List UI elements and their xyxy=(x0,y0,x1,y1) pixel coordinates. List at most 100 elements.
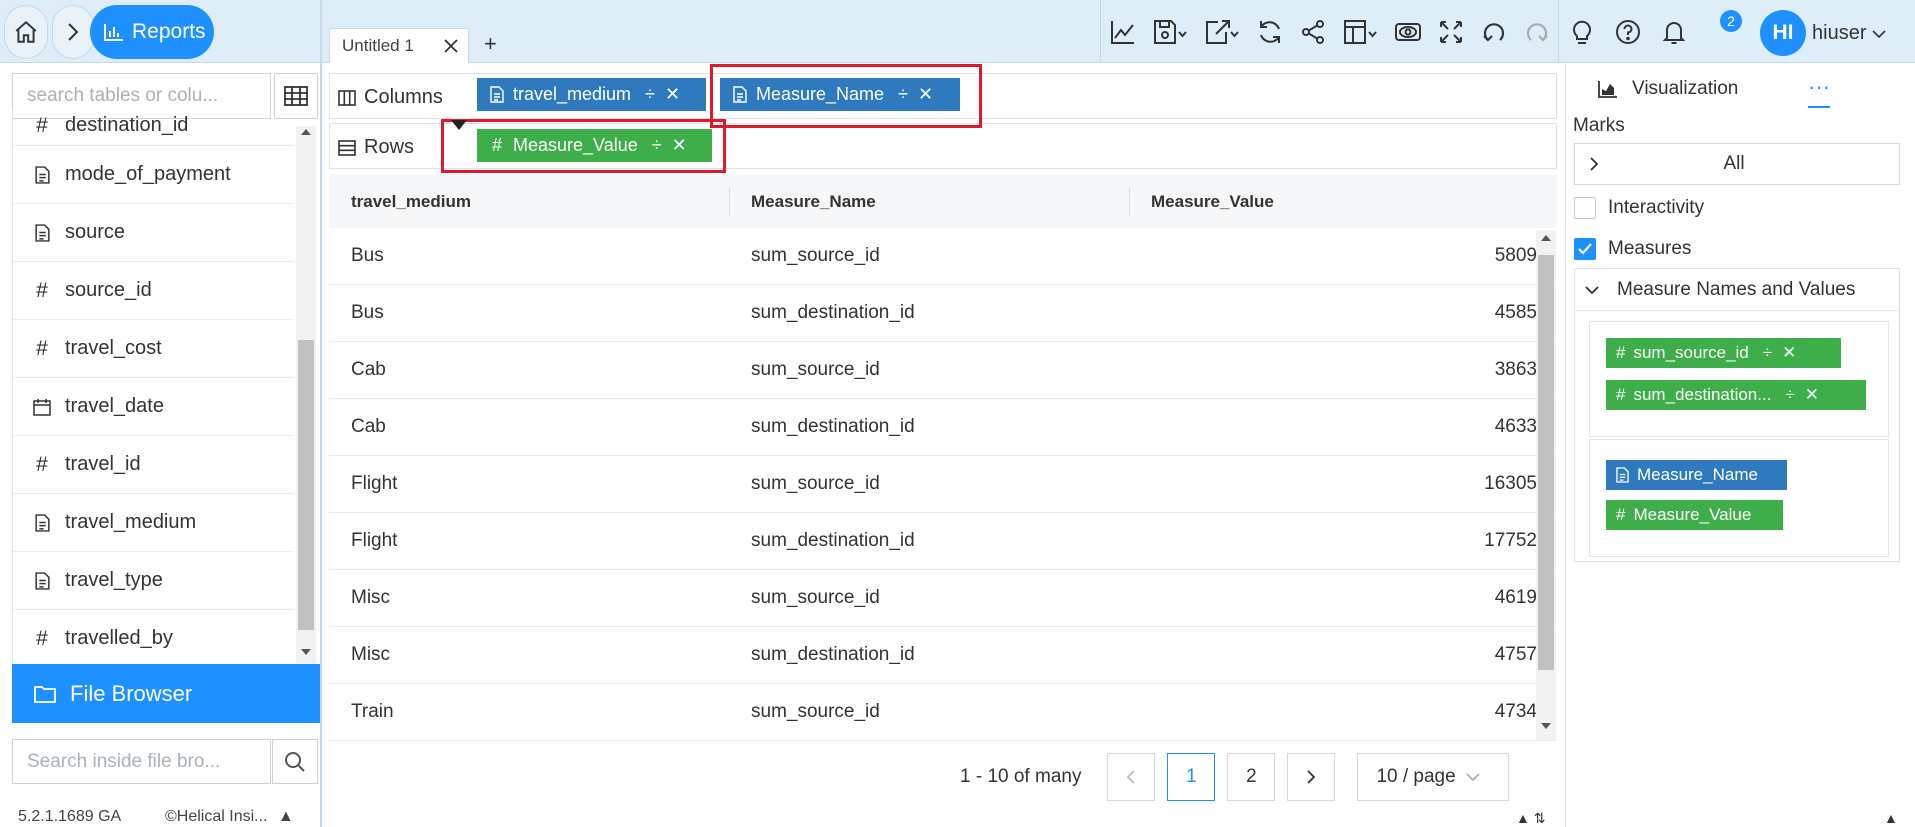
sort-icon[interactable]: ÷ xyxy=(1785,385,1794,405)
page-button-2[interactable]: 2 xyxy=(1227,753,1276,801)
field-item-mode-of-payment[interactable]: mode_of_payment xyxy=(13,146,294,204)
table-row[interactable]: Flight sum_source_id 16305 xyxy=(329,456,1557,513)
sort-icon[interactable]: ÷ xyxy=(645,84,655,105)
table-row[interactable]: Misc sum_source_id 4619 xyxy=(329,570,1557,627)
measures-drop-zone[interactable]: # sum_source_id ÷ ✕ # sum_destination... … xyxy=(1589,321,1889,437)
export-button[interactable] xyxy=(1196,0,1248,63)
file-search-button[interactable] xyxy=(272,739,318,784)
measure-name-pill[interactable]: Measure_Name xyxy=(1606,460,1787,490)
field-item-travel-type[interactable]: travel_type xyxy=(13,552,294,610)
visualize-button[interactable] xyxy=(1101,0,1144,63)
field-name: destination_id xyxy=(65,114,189,136)
save-icon xyxy=(1154,19,1187,44)
field-item-destination-id[interactable]: # destination_id xyxy=(13,110,294,146)
table-row[interactable]: Misc sum_destination_id 4757 xyxy=(329,627,1557,684)
add-tab-button[interactable]: + xyxy=(484,33,497,55)
tab-more[interactable]: ··· xyxy=(1808,74,1830,100)
collapse-icon[interactable]: ▲ xyxy=(278,808,294,825)
cell-travel-medium: Cab xyxy=(351,359,386,380)
undo-button[interactable] xyxy=(1472,0,1515,63)
share-button[interactable] xyxy=(1291,0,1334,63)
help-button[interactable] xyxy=(1605,0,1651,63)
cell-measure-value: 4619 xyxy=(1494,587,1537,608)
field-item-travelled-by[interactable]: # travelled_by xyxy=(13,610,294,664)
avatar[interactable]: HI xyxy=(1760,10,1806,56)
measure-names-values-header[interactable]: Measure Names and Values xyxy=(1575,269,1899,311)
home-button[interactable] xyxy=(4,5,48,59)
prev-page-button[interactable] xyxy=(1107,753,1156,801)
preview-button[interactable] xyxy=(1386,0,1429,63)
interactivity-checkbox-row[interactable]: Interactivity xyxy=(1574,197,1704,219)
table-row[interactable]: Train sum_source_id 4734 xyxy=(329,684,1557,741)
lightbulb-icon xyxy=(1573,20,1591,44)
field-name: travel_type xyxy=(65,569,163,591)
username-label: hiuser xyxy=(1812,22,1867,44)
field-item-travel-id[interactable]: # travel_id xyxy=(13,436,294,494)
measures-checkbox-row[interactable]: Measures xyxy=(1574,238,1691,260)
redo-button[interactable] xyxy=(1515,0,1558,63)
refresh-button[interactable] xyxy=(1248,0,1291,63)
names-values-drop-zone[interactable]: Measure_Name # Measure_Value xyxy=(1589,439,1889,557)
remove-pill-icon[interactable]: ✕ xyxy=(665,84,680,105)
tab-visualization[interactable]: Visualization xyxy=(1598,78,1738,100)
remove-pill-icon[interactable]: ✕ xyxy=(1782,343,1796,363)
table-scroll-thumb[interactable] xyxy=(1538,255,1554,670)
table-row[interactable]: Cab sum_source_id 3863 xyxy=(329,342,1557,399)
field-item-travel-cost[interactable]: # travel_cost xyxy=(13,320,294,378)
table-row[interactable]: Cab sum_destination_id 4633 xyxy=(329,399,1557,456)
file-search-input[interactable] xyxy=(12,739,271,784)
chevron-down-icon xyxy=(1466,773,1480,782)
scroll-up-icon[interactable] xyxy=(1540,234,1552,242)
column-header[interactable]: Measure_Value xyxy=(1129,175,1537,228)
field-name: travel_cost xyxy=(65,337,162,359)
document-tab[interactable]: Untitled 1 xyxy=(329,28,469,63)
sort-icon[interactable]: ÷ xyxy=(1763,343,1772,363)
field-item-source-id[interactable]: # source_id xyxy=(13,262,294,320)
field-list-scroll-thumb[interactable] xyxy=(298,340,314,630)
cell-measure-name: sum_source_id xyxy=(751,587,880,608)
save-button[interactable] xyxy=(1144,0,1196,63)
layout-button[interactable] xyxy=(1334,0,1386,63)
scroll-up-icon[interactable] xyxy=(300,128,312,136)
notifications-button[interactable] xyxy=(1651,0,1697,63)
document-tab-title: Untitled 1 xyxy=(342,36,414,55)
remove-pill-icon[interactable]: ✕ xyxy=(1805,385,1819,405)
close-tab-icon[interactable] xyxy=(442,37,460,55)
page-button-1[interactable]: 1 xyxy=(1167,753,1216,801)
scroll-down-icon[interactable] xyxy=(1540,722,1552,730)
scroll-down-icon[interactable] xyxy=(300,648,312,656)
number-field-icon: # xyxy=(1616,343,1626,362)
next-page-button[interactable] xyxy=(1287,753,1336,801)
field-name: travel_id xyxy=(65,453,141,475)
pill-label: Measure_Name xyxy=(1637,465,1758,484)
file-browser-button[interactable]: File Browser xyxy=(12,664,320,723)
breadcrumb-reports[interactable]: Reports xyxy=(90,5,214,59)
measure-value-pill[interactable]: # Measure_Value xyxy=(1606,500,1783,530)
field-item-travel-date[interactable]: travel_date xyxy=(13,378,294,436)
layout-icon xyxy=(1344,19,1377,44)
field-item-source[interactable]: source xyxy=(13,204,294,262)
breadcrumb-expand-button[interactable] xyxy=(52,5,94,59)
chevron-right-icon xyxy=(1590,157,1599,171)
fullscreen-button[interactable] xyxy=(1429,0,1472,63)
interactivity-checkbox[interactable] xyxy=(1574,197,1596,219)
column-header[interactable]: travel_medium xyxy=(329,175,729,228)
measure-pill-sum-source-id[interactable]: # sum_source_id ÷ ✕ xyxy=(1606,338,1841,368)
marks-select[interactable]: All xyxy=(1574,143,1900,185)
columns-pill-travel-medium[interactable]: travel_medium ÷ ✕ xyxy=(477,78,706,111)
company-link[interactable]: ©Helical Insi... ▲ xyxy=(165,808,294,826)
measure-pill-sum-destination-id[interactable]: # sum_destination... ÷ ✕ xyxy=(1606,380,1866,410)
column-header[interactable]: Measure_Name xyxy=(729,175,1129,228)
table-row[interactable]: Flight sum_destination_id 17752 xyxy=(329,513,1557,570)
version-label: 5.2.1.1689 GA xyxy=(18,808,122,825)
panel-collapse-icon[interactable]: ▲ xyxy=(1884,810,1898,826)
page-size-select[interactable]: 10 / page xyxy=(1357,753,1510,801)
measures-checkbox[interactable] xyxy=(1574,238,1596,260)
panel-collapse-icons[interactable]: ▲ ⇅ xyxy=(1516,810,1545,827)
table-row[interactable]: Bus sum_destination_id 4585 xyxy=(329,285,1557,342)
field-item-travel-medium[interactable]: travel_medium xyxy=(13,494,294,552)
user-menu[interactable]: hiuser xyxy=(1812,22,1886,45)
tips-button[interactable] xyxy=(1559,0,1605,63)
number-field-icon: # xyxy=(36,452,48,476)
table-row[interactable]: Bus sum_source_id 5809 xyxy=(329,228,1557,285)
